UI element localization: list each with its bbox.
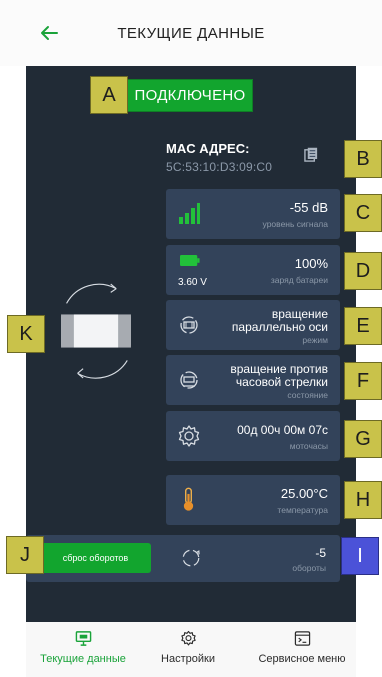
marker-b: B [344, 140, 382, 178]
temperature-panel: 25.00°С температура [166, 475, 340, 525]
nav-label-current-data: Текущие данные [40, 653, 126, 665]
turns-label: обороты [292, 563, 326, 573]
marker-d: D [344, 252, 382, 290]
marker-k: K [7, 315, 45, 353]
temperature-label: температура [277, 505, 328, 515]
rotation-state-line2: часовой стрелки [235, 375, 328, 389]
rotation-mode-label: режим [302, 335, 328, 345]
signal-panel: -55 dB уровень сигнала [166, 189, 340, 239]
rotating-device-icon [61, 283, 131, 379]
motor-hours-panel: 00д 00ч 00м 07с моточасы [166, 411, 340, 461]
monitor-icon [75, 631, 91, 646]
app-header: ТЕКУЩИЕ ДАННЫЕ [0, 0, 382, 66]
battery-icon [180, 255, 200, 266]
rotation-axis-icon [180, 316, 198, 334]
bottom-nav: Текущие данные Настройки Сервисное меню [26, 622, 356, 677]
refresh-icon [182, 549, 200, 567]
mac-label: MAC АДРЕС: [166, 141, 250, 156]
settings-icon [180, 630, 196, 646]
battery-panel: 3.60 V 100% заряд батареи [166, 245, 340, 295]
mac-value: 5C:53:10:D3:09:C0 [166, 160, 273, 174]
battery-label: заряд батареи [270, 275, 328, 285]
temperature-value: 25.00°С [280, 486, 328, 501]
battery-voltage: 3.60 V [178, 277, 207, 288]
marker-e: E [344, 307, 382, 345]
connection-status-badge: ПОДКЛЮЧЕНО [127, 79, 253, 112]
nav-item-service-menu[interactable]: Сервисное меню [252, 630, 352, 665]
motor-hours-value: 00д 00ч 00м 07с [237, 423, 328, 437]
rotation-mode-line1: вращение [271, 307, 328, 321]
rotation-state-icon [180, 371, 198, 389]
battery-percent: 100% [294, 256, 328, 271]
gear-icon [178, 425, 200, 447]
marker-f: F [344, 362, 382, 400]
marker-c: C [344, 194, 382, 232]
copy-icon[interactable] [304, 147, 319, 162]
rotation-state-line1: вращение против [230, 362, 328, 376]
nav-label-settings: Настройки [161, 653, 215, 665]
signal-label: уровень сигнала [262, 219, 328, 229]
page-title: ТЕКУЩИЕ ДАННЫЕ [117, 25, 265, 42]
marker-i: I [341, 537, 379, 575]
marker-h: H [344, 481, 382, 519]
terminal-icon [294, 631, 310, 646]
signal-bars-icon [179, 203, 200, 224]
nav-label-service-menu: Сервисное меню [258, 653, 346, 665]
connection-status-label: ПОДКЛЮЧЕНО [134, 87, 246, 104]
reset-turns-label: сброс оборотов [62, 553, 129, 563]
marker-a: A [90, 76, 128, 114]
reset-turns-button[interactable]: сброс оборотов [40, 543, 151, 573]
rotation-state-label: состояние [287, 390, 328, 400]
motor-hours-label: моточасы [289, 441, 328, 451]
rotation-mode-panel: вращение параллельно оси режим [166, 300, 340, 350]
thermometer-icon [183, 487, 194, 511]
nav-item-current-data[interactable]: Текущие данные [38, 630, 128, 665]
nav-item-settings[interactable]: Настройки [148, 630, 228, 665]
rotation-state-panel: вращение против часовой стрелки состояни… [166, 355, 340, 405]
signal-value: -55 dB [289, 200, 328, 215]
marker-j: J [6, 536, 44, 574]
rotation-mode-line2: параллельно оси [231, 320, 328, 334]
marker-g: G [344, 420, 382, 458]
turns-value: -5 [315, 546, 326, 560]
